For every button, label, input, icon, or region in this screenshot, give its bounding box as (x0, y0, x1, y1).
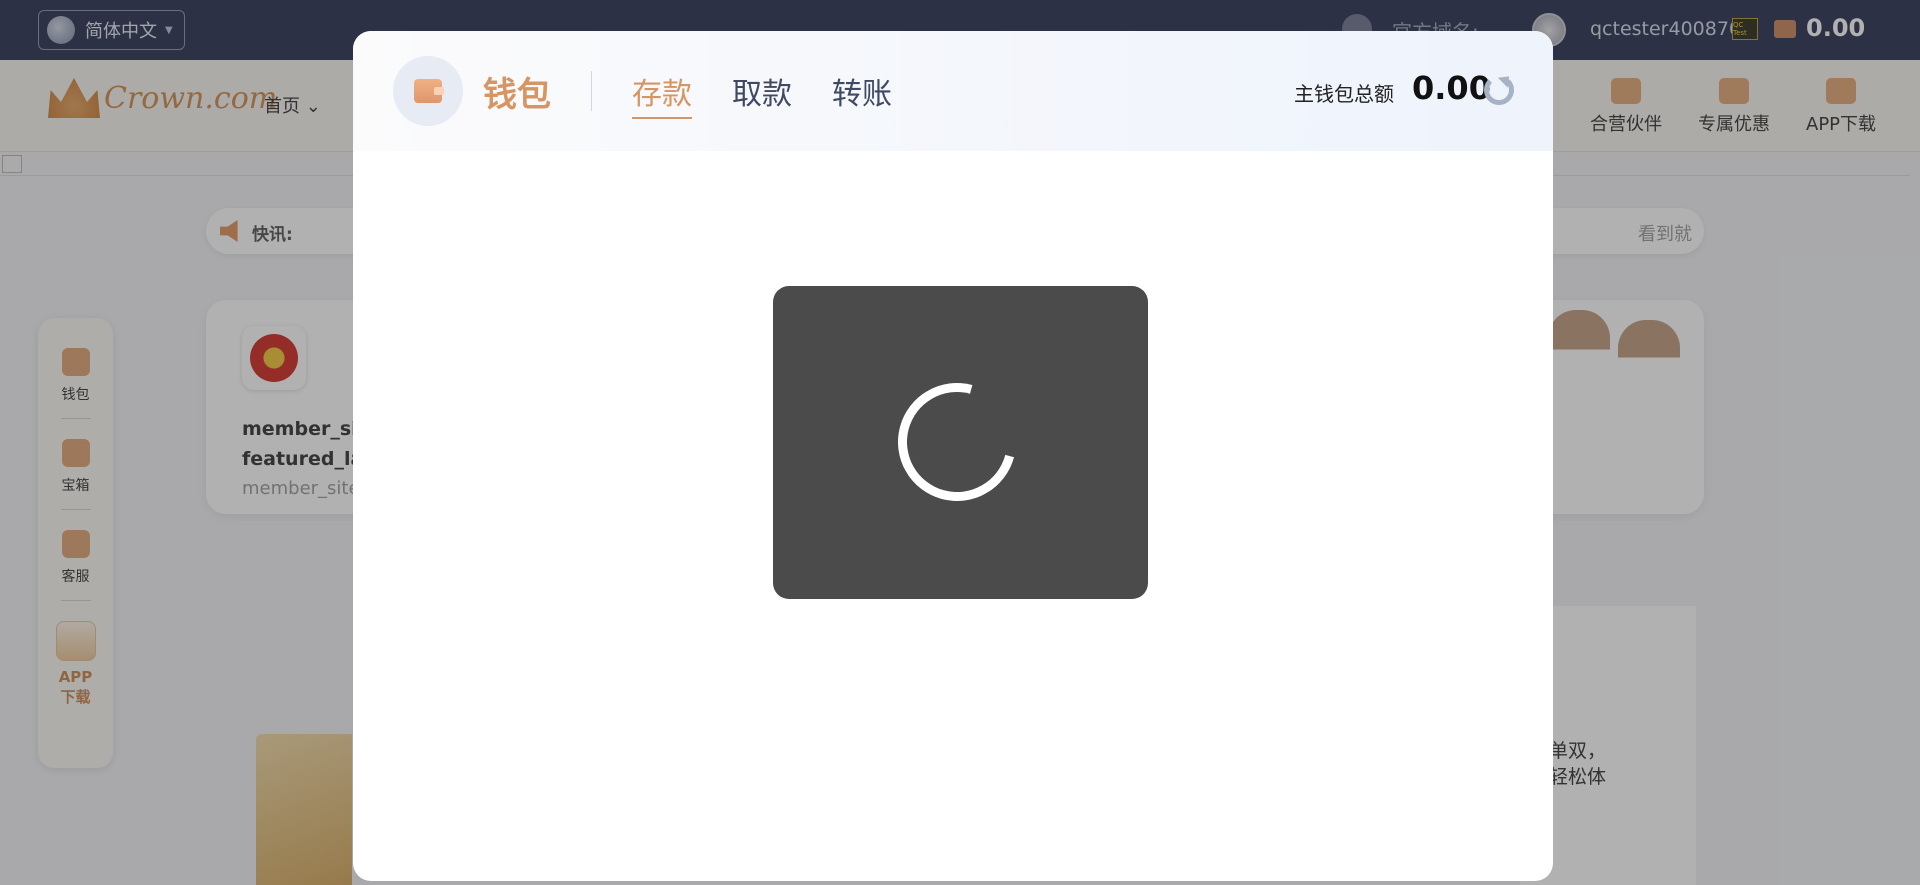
divider (591, 71, 592, 111)
tab-label: 转账 (832, 77, 892, 112)
modal-header: 钱包 存款 取款 转账 主钱包总额 0.00 (353, 31, 1553, 151)
tab-transfer[interactable]: 转账 (832, 69, 892, 113)
modal-title: 钱包 (483, 75, 551, 115)
active-tab-underline (632, 117, 692, 119)
tab-label: 存款 (632, 77, 692, 112)
balance-value: 0.00 (1412, 69, 1491, 107)
spinner-icon (876, 361, 1038, 523)
loading-indicator (773, 286, 1148, 599)
refresh-icon[interactable] (1484, 75, 1514, 105)
tab-label: 取款 (732, 77, 792, 112)
balance-label: 主钱包总额 (1294, 82, 1394, 106)
tab-withdraw[interactable]: 取款 (732, 69, 792, 113)
wallet-icon (414, 79, 444, 103)
tab-deposit[interactable]: 存款 (632, 69, 692, 119)
wallet-icon-circle (393, 56, 463, 126)
